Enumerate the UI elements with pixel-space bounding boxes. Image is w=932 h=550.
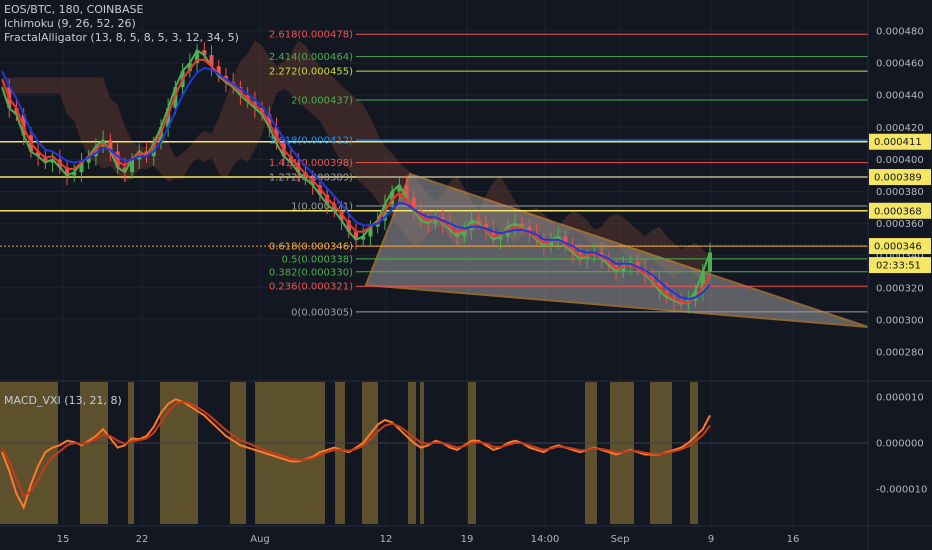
price-tick-label: 0.000360 bbox=[876, 219, 924, 230]
price-tag-label: 0.000346 bbox=[874, 242, 922, 253]
fib-label: 2.414(0.000464) bbox=[269, 52, 353, 63]
price-tick-label: 0.000460 bbox=[876, 59, 924, 70]
price-tick-label: 0.000280 bbox=[876, 348, 924, 359]
alligator-legend[interactable]: FractalAlligator (13, 8, 5, 8, 5, 3, 12,… bbox=[4, 31, 239, 44]
macd-band bbox=[585, 382, 597, 524]
countdown-label: 02:33:51 bbox=[876, 261, 921, 272]
time-tick-label: 14:00 bbox=[531, 534, 560, 545]
time-tick-label: 22 bbox=[136, 534, 149, 545]
ichimoku-legend[interactable]: Ichimoku (9, 26, 52, 26) bbox=[4, 17, 136, 30]
macd-tick-label: 0.000000 bbox=[876, 439, 924, 450]
macd-tick-label: -0.000010 bbox=[876, 485, 927, 496]
macd-band bbox=[420, 382, 424, 524]
fib-label: 0.5(0.000338) bbox=[282, 254, 354, 265]
time-tick-label: Aug bbox=[250, 534, 270, 545]
fib-label: 0.618(0.000346) bbox=[269, 242, 353, 253]
macd-band bbox=[335, 382, 345, 524]
fib-label: 0.236(0.000321) bbox=[269, 282, 353, 293]
price-tick-label: 0.000440 bbox=[876, 91, 924, 102]
price-tick-label: 0.000320 bbox=[876, 283, 924, 294]
price-tag-label: 0.000411 bbox=[874, 137, 922, 148]
fib-label: 2(0.000437) bbox=[291, 96, 353, 107]
price-tick-label: 0.000380 bbox=[876, 187, 924, 198]
time-tick-label: 19 bbox=[461, 534, 474, 545]
time-tick-label: 15 bbox=[57, 534, 70, 545]
price-tag-label: 0.000389 bbox=[874, 173, 922, 184]
time-tick-label: 16 bbox=[787, 534, 800, 545]
price-tick-label: 0.000480 bbox=[876, 27, 924, 38]
macd-legend[interactable]: MACD_VXI (13, 21, 8) bbox=[4, 394, 122, 407]
fib-label: 0.382(0.000330) bbox=[269, 267, 353, 278]
price-tick-label: 0.000400 bbox=[876, 155, 924, 166]
macd-tick-label: 0.000010 bbox=[876, 393, 924, 404]
time-tick-label: Sep bbox=[611, 534, 630, 545]
fib-label: 2.272(0.000455) bbox=[269, 67, 353, 78]
fib-label: 0(0.000305) bbox=[291, 307, 353, 318]
macd-band bbox=[230, 382, 246, 524]
macd-band bbox=[690, 382, 698, 524]
symbol-title[interactable]: EOS/BTC, 180, COINBASE bbox=[4, 3, 143, 16]
macd-band bbox=[408, 382, 416, 524]
price-tick-label: 0.000420 bbox=[876, 123, 924, 134]
macd-band bbox=[468, 382, 476, 524]
macd-band bbox=[362, 382, 378, 524]
trading-chart[interactable]: 2.618(0.000478) 2.414(0.000464) 2.272(0.00… bbox=[0, 0, 932, 550]
fib-label: 1.414(0.000398) bbox=[269, 158, 353, 169]
time-tick-label: 9 bbox=[708, 534, 714, 545]
macd-band bbox=[128, 382, 134, 524]
price-tag-label: 0.000368 bbox=[874, 206, 922, 217]
price-tick-label: 0.000300 bbox=[876, 315, 924, 326]
time-tick-label: 12 bbox=[380, 534, 393, 545]
fib-label: 2.618(0.000478) bbox=[269, 30, 353, 41]
